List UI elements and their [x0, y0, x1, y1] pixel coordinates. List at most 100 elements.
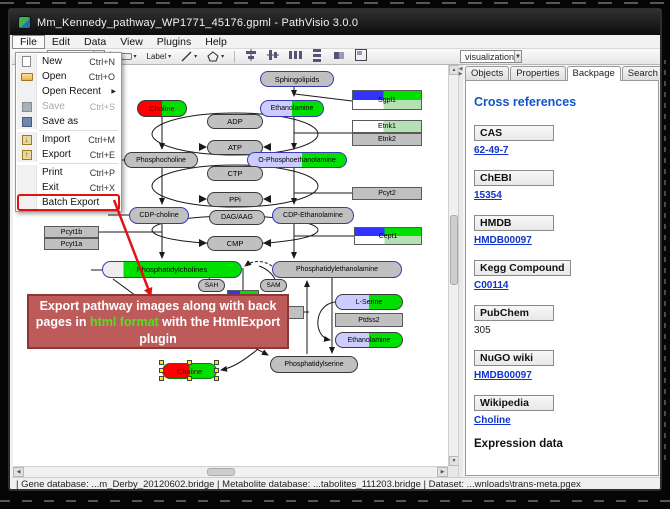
menu-help[interactable]: Help: [198, 35, 234, 49]
menu-view[interactable]: View: [113, 35, 150, 49]
canvas-horizontal-scrollbar[interactable]: ◀ ▶: [13, 466, 448, 477]
reaction-arrowhead: [263, 239, 271, 247]
node-o-phosphoethanolamine[interactable]: O-Phosphoethanolamine: [247, 152, 347, 168]
node-l-serine[interactable]: L-Serine: [335, 294, 403, 310]
distribute-horizontal-button[interactable]: [288, 48, 302, 62]
selection-handle[interactable]: [187, 360, 192, 365]
selection-handle[interactable]: [187, 376, 192, 381]
selection-handle[interactable]: [214, 376, 219, 381]
menu-file[interactable]: File: [12, 35, 45, 49]
menu-item-shortcut: Ctrl+X: [90, 183, 120, 193]
genebox-etnk2[interactable]: Etnk2: [352, 133, 422, 146]
node-cmp[interactable]: CMP: [207, 236, 263, 251]
node-phosphatidylserine[interactable]: Phosphatidylserine: [270, 356, 358, 373]
file-menu-item-save-as[interactable]: Save as: [17, 114, 120, 129]
genebox-sgpl1[interactable]: Sgpl1: [352, 90, 422, 110]
node-ppi[interactable]: PPi: [207, 192, 263, 207]
crossref-header: Wikipedia: [474, 395, 554, 411]
node-phosphocholine[interactable]: Phosphocholine: [124, 152, 198, 168]
selection-handle[interactable]: [214, 360, 219, 365]
crossref-link[interactable]: Choline: [474, 415, 511, 426]
visualization-combobox[interactable]: visualization ▼: [460, 50, 522, 63]
menu-item-label: Export: [37, 149, 90, 160]
crossref-header: HMDB: [474, 215, 554, 231]
file-menu-item-new[interactable]: NewCtrl+N: [17, 54, 120, 69]
menu-data[interactable]: Data: [77, 35, 113, 49]
node-cdp-ethanolamine[interactable]: CDP-Ethanolamine: [272, 207, 354, 224]
label-template-button[interactable]: Label▾: [143, 50, 176, 64]
menu-plugins[interactable]: Plugins: [150, 35, 198, 49]
node-adp[interactable]: ADP: [207, 114, 263, 129]
vertical-scroll-thumb[interactable]: [450, 215, 458, 285]
chevron-down-icon[interactable]: ▼: [514, 51, 521, 62]
file-menu-item-exit[interactable]: ExitCtrl+X: [17, 180, 120, 195]
reaction-arrowhead: [263, 143, 271, 151]
file-menu-item-open-recent[interactable]: Open Recent▶: [17, 84, 120, 99]
tab-properties[interactable]: Properties: [510, 66, 565, 80]
genebox-cept1[interactable]: Cept1: [354, 227, 422, 245]
reaction-arrowhead: [263, 195, 271, 203]
tab-backpage[interactable]: Backpage: [567, 66, 621, 81]
canvas-vertical-scrollbar[interactable]: ▲ ▼: [448, 65, 458, 466]
file-menu-item-print[interactable]: PrintCtrl+P: [17, 165, 120, 180]
annotation-highlight: html format: [90, 315, 159, 329]
file-menu-item-open[interactable]: OpenCtrl+O: [17, 69, 120, 84]
menu-edit[interactable]: Edit: [45, 35, 77, 49]
reaction-arrowhead: [199, 239, 207, 247]
line-tool-button[interactable]: ▾: [177, 50, 201, 64]
node-sphingolipids[interactable]: Sphingolipids: [260, 71, 334, 87]
menu-item-label: Import: [37, 134, 88, 145]
pathvisio-window: Mm_Kennedy_pathway_WP1771_45176.gpml - P…: [8, 8, 662, 491]
genebox-pcyt1a[interactable]: Pcyt1a: [44, 238, 99, 250]
file-menu-item-save[interactable]: SaveCtrl+S: [17, 99, 120, 114]
selection-handle[interactable]: [159, 376, 164, 381]
shape-tool-button[interactable]: ▾: [203, 50, 228, 64]
align-center-x-button[interactable]: [244, 48, 258, 62]
node-ctp[interactable]: CTP: [207, 166, 263, 181]
horizontal-scroll-thumb[interactable]: [207, 468, 235, 476]
crossref-header: NuGO wiki: [474, 350, 554, 366]
node-phosphatidylethanolamine[interactable]: Phosphatidylethanolamine: [272, 261, 402, 278]
menu-item-label: Batch Export: [37, 197, 120, 208]
file-menu-item-export[interactable]: ↑ExportCtrl+E: [17, 147, 120, 162]
node-dag-aag[interactable]: DAG/AAG: [209, 210, 265, 225]
crossref-link[interactable]: 62-49-7: [474, 145, 508, 156]
file-menu-item-batch-export[interactable]: Batch Export: [17, 195, 120, 210]
distribute-vertical-button[interactable]: [310, 48, 324, 62]
crossref-link[interactable]: HMDB00097: [474, 235, 532, 246]
annotation-text: with the HtmlExport plugin: [139, 315, 280, 345]
node-phosphatidylcholines[interactable]: Phosphatidylcholines: [102, 261, 242, 278]
crossref-link[interactable]: 15354: [474, 190, 502, 201]
node-sam[interactable]: SAM: [260, 279, 287, 292]
genebox-pcyt1b[interactable]: Pcyt1b: [44, 226, 99, 238]
tab-search[interactable]: Search: [622, 66, 662, 80]
overview-window-button[interactable]: [354, 48, 368, 62]
genebox-pcyt2[interactable]: Pcyt2: [352, 187, 422, 200]
node-ethanolamine-top[interactable]: Ethanolamine: [260, 100, 324, 117]
visualization-value: visualization: [465, 52, 514, 62]
scroll-left-icon[interactable]: ◀: [13, 467, 24, 477]
genebox-etnk1[interactable]: Etnk1: [352, 120, 422, 133]
selection-handle[interactable]: [214, 368, 219, 373]
menu-bar: FileEditDataViewPluginsHelp: [12, 35, 662, 49]
genebox-ptdss2[interactable]: Ptdss2: [335, 313, 403, 327]
selection-handle[interactable]: [159, 368, 164, 373]
crossref-link[interactable]: HMDB00097: [474, 370, 532, 381]
file-menu-item-import[interactable]: ↓ImportCtrl+M: [17, 132, 120, 147]
node-sah[interactable]: SAH: [198, 279, 225, 292]
menu-item-label: Print: [37, 167, 90, 178]
node-cdp-choline[interactable]: CDP-choline: [129, 207, 189, 224]
chevron-down-icon: ▾: [134, 53, 137, 60]
tab-objects[interactable]: Objects: [465, 66, 509, 80]
node-ethanolamine-bottom[interactable]: Ethanolamine: [335, 332, 403, 348]
scroll-right-icon[interactable]: ▶: [437, 467, 448, 477]
reaction-arrowhead: [199, 195, 207, 203]
open-icon: [21, 73, 33, 81]
import-icon: ↓: [22, 135, 32, 145]
selection-handle[interactable]: [159, 360, 164, 365]
align-center-y-button[interactable]: [266, 48, 280, 62]
stack-horizontal-button[interactable]: [332, 48, 346, 62]
node-choline-top[interactable]: Choline: [137, 100, 187, 117]
crossref-link[interactable]: C00114: [474, 280, 508, 291]
expression-data-heading: Expression data: [474, 438, 650, 450]
